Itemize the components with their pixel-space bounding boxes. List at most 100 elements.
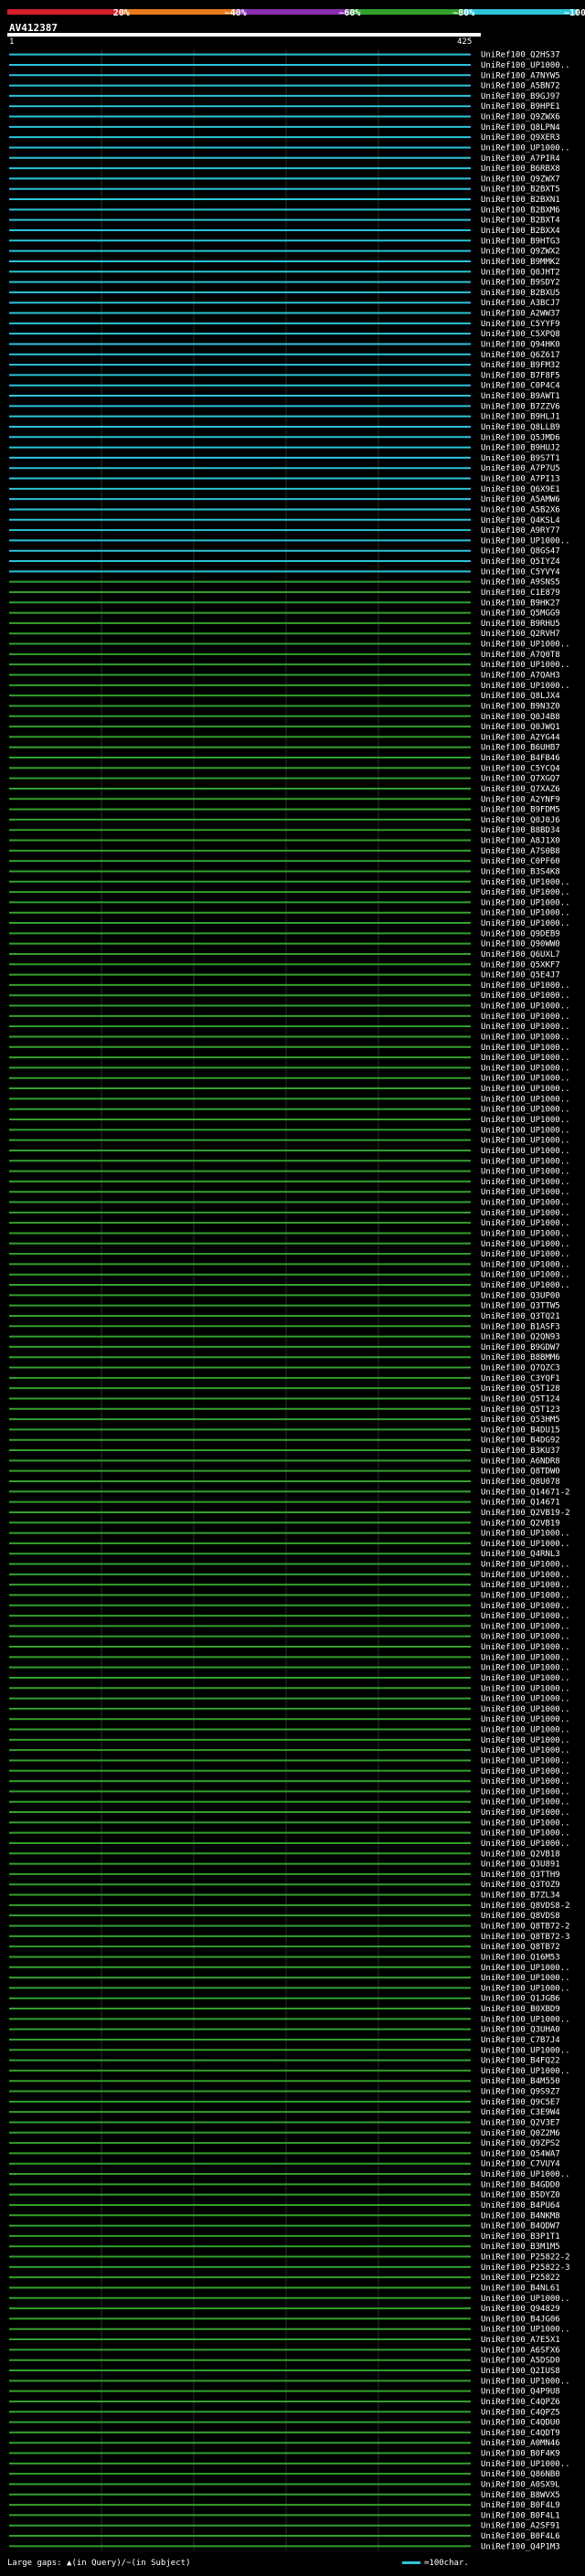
hit-label[interactable]: UniRef100_B9GDW7 — [481, 1343, 560, 1352]
hit-label[interactable]: UniRef100_C4QPZ5 — [481, 2408, 560, 2417]
hit-label[interactable]: UniRef100_UP1000.. — [481, 1684, 570, 1693]
hit-label[interactable]: UniRef100_B9MMK2 — [481, 258, 560, 267]
hit-label[interactable]: UniRef100_UP1000.. — [481, 1612, 570, 1621]
hit-label[interactable]: UniRef100_A0SX9L — [481, 2480, 560, 2489]
hit-label[interactable]: UniRef100_B4PU64 — [481, 2201, 560, 2210]
hit-label[interactable]: UniRef100_UP1000.. — [481, 641, 570, 650]
hit-label[interactable]: UniRef100_UP1000.. — [481, 1188, 570, 1197]
hit-label[interactable]: UniRef100_A6NDR8 — [481, 1457, 560, 1466]
hit-label[interactable]: UniRef100_Q7QZC3 — [481, 1364, 560, 1373]
hit-label[interactable]: UniRef100_Q9ZWX2 — [481, 248, 560, 257]
hit-label[interactable]: UniRef100_B9RHU5 — [481, 620, 560, 629]
hit-label[interactable]: UniRef100_Q9ZPS2 — [481, 2139, 560, 2148]
hit-label[interactable]: UniRef100_B9HLJ1 — [481, 413, 560, 422]
hit-label[interactable]: UniRef100_A2SF91 — [481, 2522, 560, 2531]
hit-label[interactable]: UniRef100_B8WVX5 — [481, 2491, 560, 2500]
hit-label[interactable]: UniRef100_Q8VDS8 — [481, 1912, 560, 1921]
hit-label[interactable]: UniRef100_A5DSD0 — [481, 2357, 560, 2366]
hit-label[interactable]: UniRef100_UP1000.. — [481, 1147, 570, 1156]
hit-label[interactable]: UniRef100_B4FQ22 — [481, 2057, 560, 2066]
hit-label[interactable]: UniRef100_Q94829 — [481, 2305, 560, 2314]
hit-label[interactable]: UniRef100_B2BXX4 — [481, 227, 560, 236]
hit-label[interactable]: UniRef100_C3E9W4 — [481, 2108, 560, 2117]
hit-label[interactable]: UniRef100_UP1000.. — [481, 1602, 570, 1611]
hit-label[interactable]: UniRef100_UP1000.. — [481, 1705, 570, 1714]
hit-label[interactable]: UniRef100_UP1000.. — [481, 1622, 570, 1631]
hit-label[interactable]: UniRef100_UP1000.. — [481, 2015, 570, 2024]
hit-label[interactable]: UniRef100_Q2RVH7 — [481, 630, 560, 639]
hit-label[interactable]: UniRef100_Q4P9U8 — [481, 2388, 560, 2397]
hit-label[interactable]: UniRef100_UP1000.. — [481, 1168, 570, 1177]
hit-label[interactable]: UniRef100_Q14671 — [481, 1499, 560, 1508]
hit-label[interactable]: UniRef100_Q9S9Z7 — [481, 2088, 560, 2097]
hit-label[interactable]: UniRef100_B4NL61 — [481, 2284, 560, 2293]
hit-label[interactable]: UniRef100_B5DYZ0 — [481, 2191, 560, 2200]
hit-label[interactable]: UniRef100_UP1000.. — [481, 1756, 570, 1765]
hit-label[interactable]: UniRef100_UP1000.. — [481, 2460, 570, 2469]
hit-label[interactable]: UniRef100_Q8LPN4 — [481, 123, 560, 133]
hit-label[interactable]: UniRef100_Q4KSL4 — [481, 516, 560, 525]
hit-label[interactable]: UniRef100_Q5MGG9 — [481, 610, 560, 619]
hit-label[interactable]: UniRef100_C1E879 — [481, 588, 560, 598]
hit-label[interactable]: UniRef100_B9N3Z0 — [481, 702, 560, 711]
hit-label[interactable]: UniRef100_UP1000.. — [481, 1664, 570, 1673]
hit-label[interactable]: UniRef100_C3YQF1 — [481, 1374, 560, 1383]
hit-label[interactable]: UniRef100_UP1000.. — [481, 1767, 570, 1776]
hit-label[interactable]: UniRef100_B3M1M5 — [481, 2242, 560, 2252]
hit-label[interactable]: UniRef100_P25822-3 — [481, 2263, 570, 2273]
hit-label[interactable]: UniRef100_B4NKM8 — [481, 2211, 560, 2221]
hit-label[interactable]: UniRef100_UP1000.. — [481, 991, 570, 1001]
hit-label[interactable]: UniRef100_A2WW37 — [481, 310, 560, 319]
hit-label[interactable]: UniRef100_B4GDD0 — [481, 2180, 560, 2189]
hit-label[interactable]: UniRef100_A7PIR4 — [481, 154, 560, 164]
hit-label[interactable]: UniRef100_Q8U078 — [481, 1478, 560, 1487]
hit-label[interactable]: UniRef100_UP1000.. — [481, 1633, 570, 1642]
hit-label[interactable]: UniRef100_B7ZZV6 — [481, 402, 560, 411]
hit-label[interactable]: UniRef100_Q5JMD6 — [481, 433, 560, 442]
hit-label[interactable]: UniRef100_UP1000.. — [481, 1126, 570, 1135]
hit-label[interactable]: UniRef100_UP1000.. — [481, 1787, 570, 1797]
hit-label[interactable]: UniRef100_UP1000.. — [481, 1219, 570, 1228]
hit-label[interactable]: UniRef100_UP1000.. — [481, 981, 570, 991]
hit-label[interactable]: UniRef100_UP1000.. — [481, 1044, 570, 1053]
hit-label[interactable]: UniRef100_A0MN46 — [481, 2439, 560, 2448]
hit-label[interactable]: UniRef100_Q8TB72-3 — [481, 1933, 570, 1942]
hit-label[interactable]: UniRef100_Q8GS47 — [481, 547, 560, 557]
hit-label[interactable]: UniRef100_A5B2X6 — [481, 505, 560, 514]
hit-label[interactable]: UniRef100_UP1000.. — [481, 661, 570, 670]
hit-label[interactable]: UniRef100_UP1000.. — [481, 1116, 570, 1125]
hit-label[interactable]: UniRef100_UP1000.. — [481, 682, 570, 691]
hit-label[interactable]: UniRef100_Q0J0J6 — [481, 816, 560, 825]
hit-label[interactable]: UniRef100_B3KU37 — [481, 1447, 560, 1456]
hit-label[interactable]: UniRef100_P25822-2 — [481, 2253, 570, 2263]
hit-label[interactable]: UniRef100_A2YNF9 — [481, 795, 560, 804]
hit-label[interactable]: UniRef100_UP1000.. — [481, 1540, 570, 1549]
hit-label[interactable]: UniRef100_UP1000.. — [481, 1591, 570, 1600]
hit-label[interactable]: UniRef100_UP1000.. — [481, 1964, 570, 1973]
hit-label[interactable]: UniRef100_UP1000.. — [481, 909, 570, 918]
hit-label[interactable]: UniRef100_Q16M53 — [481, 1953, 560, 1962]
hit-label[interactable]: UniRef100_Q6X9E1 — [481, 485, 560, 494]
hit-label[interactable]: UniRef100_Q2VB19 — [481, 1519, 560, 1528]
hit-label[interactable]: UniRef100_Q8TDW0 — [481, 1468, 560, 1477]
hit-label[interactable]: UniRef100_Q8VDS8-2 — [481, 1902, 570, 1911]
hit-label[interactable]: UniRef100_A7NYW5 — [481, 71, 560, 80]
hit-label[interactable]: UniRef100_Q7XAZ6 — [481, 785, 560, 794]
hit-label[interactable]: UniRef100_B0XBD9 — [481, 2005, 560, 2014]
hit-label[interactable]: UniRef100_Q2VB18 — [481, 1850, 560, 1859]
hit-label[interactable]: UniRef100_UP1000.. — [481, 1581, 570, 1590]
hit-label[interactable]: UniRef100_C4QDT9 — [481, 2429, 560, 2438]
hit-label[interactable]: UniRef100_B4QDW7 — [481, 2222, 560, 2231]
hit-label[interactable]: UniRef100_B4FB46 — [481, 754, 560, 763]
hit-label[interactable]: UniRef100_B9FDM5 — [481, 806, 560, 815]
hit-label[interactable]: UniRef100_Q0Z2M6 — [481, 2129, 560, 2138]
hit-label[interactable]: UniRef100_C4QDU0 — [481, 2419, 560, 2428]
hit-label[interactable]: UniRef100_Q9ZWX7 — [481, 175, 560, 184]
hit-label[interactable]: UniRef100_UP1000.. — [481, 1530, 570, 1539]
hit-label[interactable]: UniRef100_UP1000.. — [481, 1054, 570, 1063]
hit-label[interactable]: UniRef100_UP1000.. — [481, 1075, 570, 1084]
hit-label[interactable]: UniRef100_UP1000.. — [481, 1818, 570, 1828]
hit-label[interactable]: UniRef100_Q2QN93 — [481, 1333, 560, 1342]
hit-label[interactable]: UniRef100_B9HK27 — [481, 599, 560, 608]
hit-label[interactable]: UniRef100_UP1000.. — [481, 1984, 570, 1993]
